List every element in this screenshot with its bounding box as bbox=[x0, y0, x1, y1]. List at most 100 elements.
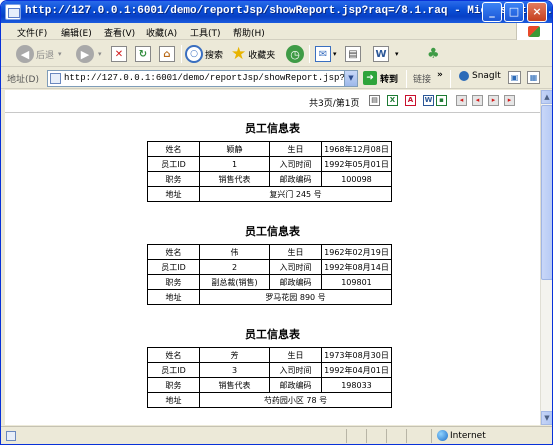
menu-tools[interactable]: 工具(T) bbox=[190, 26, 221, 39]
report-toolbar: 共3页/第1页 ▤ X A W ▪ ◂ ◂ ▸ ▸ bbox=[5, 90, 540, 112]
save-icon[interactable]: ▪ bbox=[436, 95, 447, 106]
table-row: 职务 销售代表 邮政编码 100098 bbox=[147, 171, 392, 187]
mail-button[interactable]: ✉ ▾ bbox=[315, 44, 337, 64]
edit-dropdown-icon[interactable]: ▾ bbox=[395, 50, 399, 58]
pdf-icon[interactable]: A bbox=[405, 95, 416, 106]
table-row: 姓名 芳 生日 1973年08月30日 bbox=[147, 347, 392, 363]
home-button[interactable]: ⌂ bbox=[159, 44, 175, 64]
chevron-right-icon[interactable]: » bbox=[437, 70, 443, 80]
printer-icon: ▤ bbox=[345, 46, 361, 62]
id-value: 1 bbox=[199, 156, 270, 172]
back-label: 后退 bbox=[36, 50, 55, 61]
links-label[interactable]: 链接 bbox=[413, 72, 431, 85]
snagit-window-icon[interactable]: ▣ bbox=[508, 71, 521, 84]
menu-edit[interactable]: 编辑(E) bbox=[61, 26, 92, 39]
status-bar: Internet bbox=[1, 426, 552, 444]
zip-label: 邮政编码 bbox=[269, 274, 322, 290]
hire-date-value: 1992年04月01日 bbox=[321, 362, 392, 378]
back-dropdown-icon[interactable]: ▾ bbox=[58, 50, 62, 58]
birthday-value: 1962年02月19日 bbox=[321, 244, 392, 260]
page-content: 共3页/第1页 ▤ X A W ▪ ◂ ◂ ▸ ▸ 员工信息表 姓名 颖静 生日… bbox=[5, 90, 540, 425]
snagit-capture-icon[interactable]: ▦ bbox=[527, 71, 540, 84]
table-row: 职务 副总裁(销售) 邮政编码 109801 bbox=[147, 274, 392, 290]
first-page-icon[interactable]: ◂ bbox=[456, 95, 467, 106]
stop-button[interactable]: ✕ bbox=[111, 44, 127, 64]
minimize-button[interactable]: _ bbox=[482, 2, 502, 22]
maximize-button[interactable]: □ bbox=[504, 2, 524, 22]
forward-dropdown-icon[interactable]: ▾ bbox=[98, 50, 102, 58]
table-row: 地址 芍药园小区 78 号 bbox=[147, 392, 392, 408]
address-label-cell: 地址 bbox=[147, 289, 200, 305]
table-row: 员工ID 3 入司时间 1992年04月01日 bbox=[147, 362, 392, 378]
edit-button[interactable]: W ▾ bbox=[373, 44, 399, 64]
name-value: 伟 bbox=[199, 244, 270, 260]
snagit-label: SnagIt bbox=[472, 71, 501, 81]
table-row: 姓名 颖静 生日 1968年12月08日 bbox=[147, 141, 392, 157]
search-button[interactable]: ○ 搜索 bbox=[185, 44, 223, 64]
word-icon[interactable]: W bbox=[423, 95, 434, 106]
birthday-label: 生日 bbox=[269, 244, 322, 260]
next-page-icon[interactable]: ▸ bbox=[488, 95, 499, 106]
position-label: 职务 bbox=[147, 274, 200, 290]
toolbar-divider bbox=[5, 112, 540, 113]
refresh-button[interactable]: ↻ bbox=[135, 44, 151, 64]
id-label: 员工ID bbox=[147, 259, 200, 275]
close-button[interactable]: × bbox=[527, 2, 547, 22]
go-label: 转到 bbox=[380, 74, 399, 85]
back-arrow-icon: ◀ bbox=[16, 45, 34, 63]
zip-label: 邮政编码 bbox=[269, 377, 322, 393]
history-button[interactable]: ◷ bbox=[286, 44, 304, 64]
menu-favorites[interactable]: 收藏(A) bbox=[146, 26, 177, 39]
name-label: 姓名 bbox=[147, 141, 200, 157]
last-page-icon[interactable]: ▸ bbox=[504, 95, 515, 106]
position-value: 副总裁(销售) bbox=[199, 274, 270, 290]
scroll-up-icon[interactable]: ▲ bbox=[541, 90, 552, 104]
address-url: http://127.0.0.1:6001/demo/reportJsp/sho… bbox=[64, 73, 344, 83]
status-divider bbox=[431, 429, 432, 443]
toolbar-separator bbox=[181, 45, 182, 63]
status-divider bbox=[346, 429, 347, 443]
birthday-label: 生日 bbox=[269, 141, 322, 157]
scroll-thumb[interactable] bbox=[541, 105, 552, 280]
go-button[interactable]: ➜ 转到 bbox=[363, 71, 398, 85]
employee-table: 姓名 伟 生日 1962年02月19日 员工ID 2 入司时间 1992年08月… bbox=[147, 244, 392, 305]
id-value: 2 bbox=[199, 259, 270, 275]
table-row: 地址 罗马花园 890 号 bbox=[147, 289, 392, 305]
menu-file[interactable]: 文件(F) bbox=[17, 26, 47, 39]
favorites-button[interactable]: ★ 收藏夹 bbox=[231, 44, 275, 64]
page-icon bbox=[50, 73, 61, 84]
prev-page-icon[interactable]: ◂ bbox=[472, 95, 483, 106]
print-button[interactable]: ▤ bbox=[345, 44, 361, 64]
title-bar[interactable]: http://127.0.0.1:6001/demo/reportJsp/sho… bbox=[1, 1, 552, 23]
address-dropdown-icon[interactable]: ▼ bbox=[344, 71, 357, 86]
employee-table: 姓名 颖静 生日 1968年12月08日 员工ID 1 入司时间 1992年05… bbox=[147, 141, 392, 202]
vertical-scrollbar[interactable]: ▲ ▼ bbox=[540, 90, 552, 425]
employee-table: 姓名 芳 生日 1973年08月30日 员工ID 3 入司时间 1992年04月… bbox=[147, 347, 392, 408]
mail-dropdown-icon[interactable]: ▾ bbox=[333, 50, 337, 58]
snagit-button[interactable]: SnagIt bbox=[459, 71, 501, 81]
menu-help[interactable]: 帮助(H) bbox=[233, 26, 265, 39]
search-label: 搜索 bbox=[205, 50, 224, 61]
address-input[interactable]: http://127.0.0.1:6001/demo/reportJsp/sho… bbox=[47, 70, 358, 87]
toolbar-separator bbox=[406, 70, 407, 88]
standard-toolbar: ◀ 后退 ▾ ▶ ▾ ✕ ↻ ⌂ ○ 搜索 ★ 收藏夹 ◷ ✉ ▾ ▤ W ▾ … bbox=[1, 41, 552, 67]
address-label-cell: 地址 bbox=[147, 186, 200, 202]
word-edit-icon: W bbox=[373, 46, 389, 62]
print-icon[interactable]: ▤ bbox=[369, 95, 380, 106]
scroll-down-icon[interactable]: ▼ bbox=[541, 411, 552, 425]
hire-date-label: 入司时间 bbox=[269, 156, 322, 172]
forward-button[interactable]: ▶ ▾ bbox=[76, 44, 102, 64]
table-row: 地址 复兴门 245 号 bbox=[147, 186, 392, 202]
excel-icon[interactable]: X bbox=[387, 95, 398, 106]
menu-view[interactable]: 查看(V) bbox=[104, 26, 135, 39]
birthday-value: 1973年08月30日 bbox=[321, 347, 392, 363]
report-title: 员工信息表 bbox=[245, 328, 300, 341]
home-icon: ⌂ bbox=[159, 46, 175, 62]
stop-icon: ✕ bbox=[111, 46, 127, 62]
id-value: 3 bbox=[199, 362, 270, 378]
address-label: 地址(D) bbox=[7, 75, 39, 85]
internet-zone-icon bbox=[437, 430, 448, 441]
favorites-label: 收藏夹 bbox=[248, 50, 276, 61]
back-button[interactable]: ◀ 后退 ▾ bbox=[16, 44, 62, 64]
messenger-button[interactable]: ♣ bbox=[427, 44, 440, 64]
